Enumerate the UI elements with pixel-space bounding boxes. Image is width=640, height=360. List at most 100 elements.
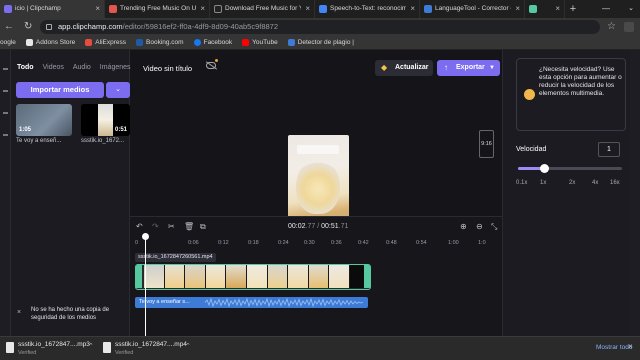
speed-value-input[interactable]: 1: [598, 142, 620, 157]
close-icon[interactable]: ×: [555, 0, 560, 18]
audio-clip[interactable]: Te voy a enseñar s...: [135, 297, 368, 308]
timeline-ruler[interactable]: 0 0:06 0:12 0:18 0:24 0:30 0:36 0:42 0:4…: [130, 240, 502, 250]
addons-favicon-icon: [25, 39, 33, 46]
back-icon[interactable]: ←: [4, 20, 14, 34]
bookmark-label: Detector de plagio |: [297, 39, 354, 46]
timecode: 00:02.77 / 00:51.71: [288, 223, 348, 230]
speed-slider[interactable]: [518, 164, 622, 173]
trim-handle-left[interactable]: [136, 265, 142, 288]
close-icon[interactable]: ×: [628, 342, 633, 351]
speed-scale-label: 1x: [540, 180, 547, 186]
languagetool-favicon-icon: [424, 5, 432, 13]
tab-search-icon[interactable]: ⌄: [628, 0, 634, 18]
media-thumbnail-audio[interactable]: 1:05: [16, 104, 72, 136]
download-item[interactable]: ssstik.io_1672847....mp4 Verified ⌃: [103, 340, 198, 358]
new-tab-button[interactable]: +: [565, 0, 581, 18]
browser-tab-clipchamp[interactable]: icio | Clipchamp ×: [0, 0, 105, 18]
tab-images[interactable]: Imágenes: [100, 64, 131, 71]
facebook-favicon-icon: [193, 39, 201, 46]
bookmark-plagiarism-detector[interactable]: Detector de plagio |: [287, 39, 354, 46]
trim-handle-right[interactable]: [364, 265, 370, 288]
speed-slider-knob[interactable]: [539, 164, 549, 173]
media-panel: Todo Videos Audio Imágenes Importar medi…: [11, 50, 131, 336]
bookmark-star-icon[interactable]: ☆: [607, 20, 616, 34]
address-bar[interactable]: app.clipchamp.com/editor/59816ef2-ff0a-4…: [40, 20, 600, 34]
bookmark-facebook[interactable]: Facebook: [193, 39, 233, 46]
plagiarism-favicon-icon: [287, 39, 295, 46]
import-options-chevron-icon[interactable]: ⌄: [106, 82, 130, 98]
media-thumbnail-video[interactable]: 0:51: [81, 104, 130, 136]
window-minimize-icon[interactable]: —: [602, 0, 610, 18]
delete-icon[interactable]: 🗑: [184, 222, 194, 232]
nav-rail-item[interactable]: [3, 90, 8, 92]
playhead[interactable]: [145, 235, 146, 337]
fit-timeline-icon[interactable]: ⤡: [491, 222, 497, 232]
extension-icon[interactable]: [624, 22, 634, 32]
tab-label: Trending Free Music On Upp: [120, 5, 196, 12]
browser-tab-extra[interactable]: ×: [525, 0, 565, 18]
browser-tab-bar: icio | Clipchamp × Trending Free Music O…: [0, 0, 640, 18]
media-tabs: Todo Videos Audio Imágenes: [17, 64, 140, 71]
chevron-up-icon[interactable]: ⌃: [185, 342, 191, 350]
nav-rail-item[interactable]: [3, 112, 8, 114]
speed-scale-label: 4x: [592, 180, 599, 186]
redo-icon[interactable]: ↷: [152, 222, 159, 232]
upload-icon: ↑: [444, 63, 448, 72]
url-path: /editor/59816ef2-ff0a-4df9-8d09-40ab5c9f…: [122, 22, 279, 31]
backup-notice: No se ha hecho una copia de seguridad de…: [31, 307, 110, 321]
zoom-out-icon[interactable]: ⊖: [476, 222, 483, 232]
browser-tab-speech-to-text[interactable]: Speech-to-Text: reconocimi ×: [315, 0, 420, 18]
nav-rail-item[interactable]: [3, 134, 8, 136]
close-icon[interactable]: ×: [95, 0, 100, 18]
speed-panel: ¿Necesita velocidad? Use esta opción par…: [502, 50, 630, 336]
nav-rail-item[interactable]: [3, 68, 8, 70]
import-media-button[interactable]: Importar medios: [16, 82, 104, 98]
download-filename: ssstik.io_1672847....mp4: [115, 341, 187, 348]
sync-warning-dot: [215, 59, 218, 62]
media-caption: ssstik.io_1672...: [81, 138, 125, 144]
video-title[interactable]: Video sin título: [143, 64, 192, 73]
close-icon[interactable]: ×: [410, 0, 415, 18]
browser-tab-download-music[interactable]: Download Free Music for Yo ×: [210, 0, 315, 18]
close-icon[interactable]: ×: [515, 0, 520, 18]
url-host: app.clipchamp.com: [58, 22, 123, 31]
speed-scale-label: 16x: [610, 180, 620, 186]
upgrade-label: Actualizar: [395, 64, 429, 71]
zoom-in-icon[interactable]: ⊕: [460, 222, 467, 232]
bookmark-addons-store[interactable]: Addons Store: [25, 39, 75, 46]
bookmark-label: YouTube: [252, 39, 278, 46]
tab-audio[interactable]: Audio: [73, 64, 91, 71]
download-item[interactable]: ssstik.io_1672847....mp3 Verified ⌃: [6, 340, 101, 358]
reload-icon[interactable]: ↻: [24, 20, 32, 34]
ruler-tick: 0:42: [358, 240, 369, 246]
bookmark-google[interactable]: oogle: [0, 39, 16, 46]
aspect-ratio-button[interactable]: 9:16: [479, 130, 494, 158]
bookmark-booking[interactable]: Booking.com: [136, 39, 184, 46]
tab-all[interactable]: Todo: [17, 64, 34, 71]
close-icon[interactable]: ×: [200, 0, 205, 18]
video-clip[interactable]: [135, 264, 371, 290]
speed-scale-label: 0.1x: [516, 180, 528, 186]
close-icon[interactable]: ×: [17, 309, 21, 316]
google-favicon-icon: [319, 5, 327, 13]
clip-frame: [185, 265, 206, 288]
clip-frame: [164, 265, 186, 288]
clip-frame: [329, 265, 350, 288]
music-favicon-icon: [109, 5, 117, 13]
split-scissors-icon[interactable]: ✂: [168, 222, 175, 232]
playhead-handle[interactable]: [142, 233, 149, 240]
chevron-up-icon[interactable]: ⌃: [88, 342, 94, 350]
duplicate-icon[interactable]: ⧉: [200, 222, 206, 232]
bookmark-label: Facebook: [203, 39, 233, 46]
close-icon[interactable]: ×: [305, 0, 310, 18]
tab-label: Download Free Music for Yo: [225, 5, 301, 12]
browser-tab-trending-music[interactable]: Trending Free Music On Upp ×: [105, 0, 210, 18]
bookmark-label: oogle: [0, 39, 16, 46]
tab-videos[interactable]: Videos: [43, 64, 64, 71]
export-button[interactable]: ↑ Exportar ▼: [437, 60, 500, 76]
upgrade-button[interactable]: ◆ Actualizar: [375, 60, 433, 76]
bookmark-aliexpress[interactable]: AliExpress: [85, 39, 126, 46]
bookmark-youtube[interactable]: YouTube: [242, 39, 278, 46]
undo-icon[interactable]: ↶: [136, 222, 143, 232]
browser-tab-languagetool[interactable]: LanguageTool - Corrector or ×: [420, 0, 525, 18]
